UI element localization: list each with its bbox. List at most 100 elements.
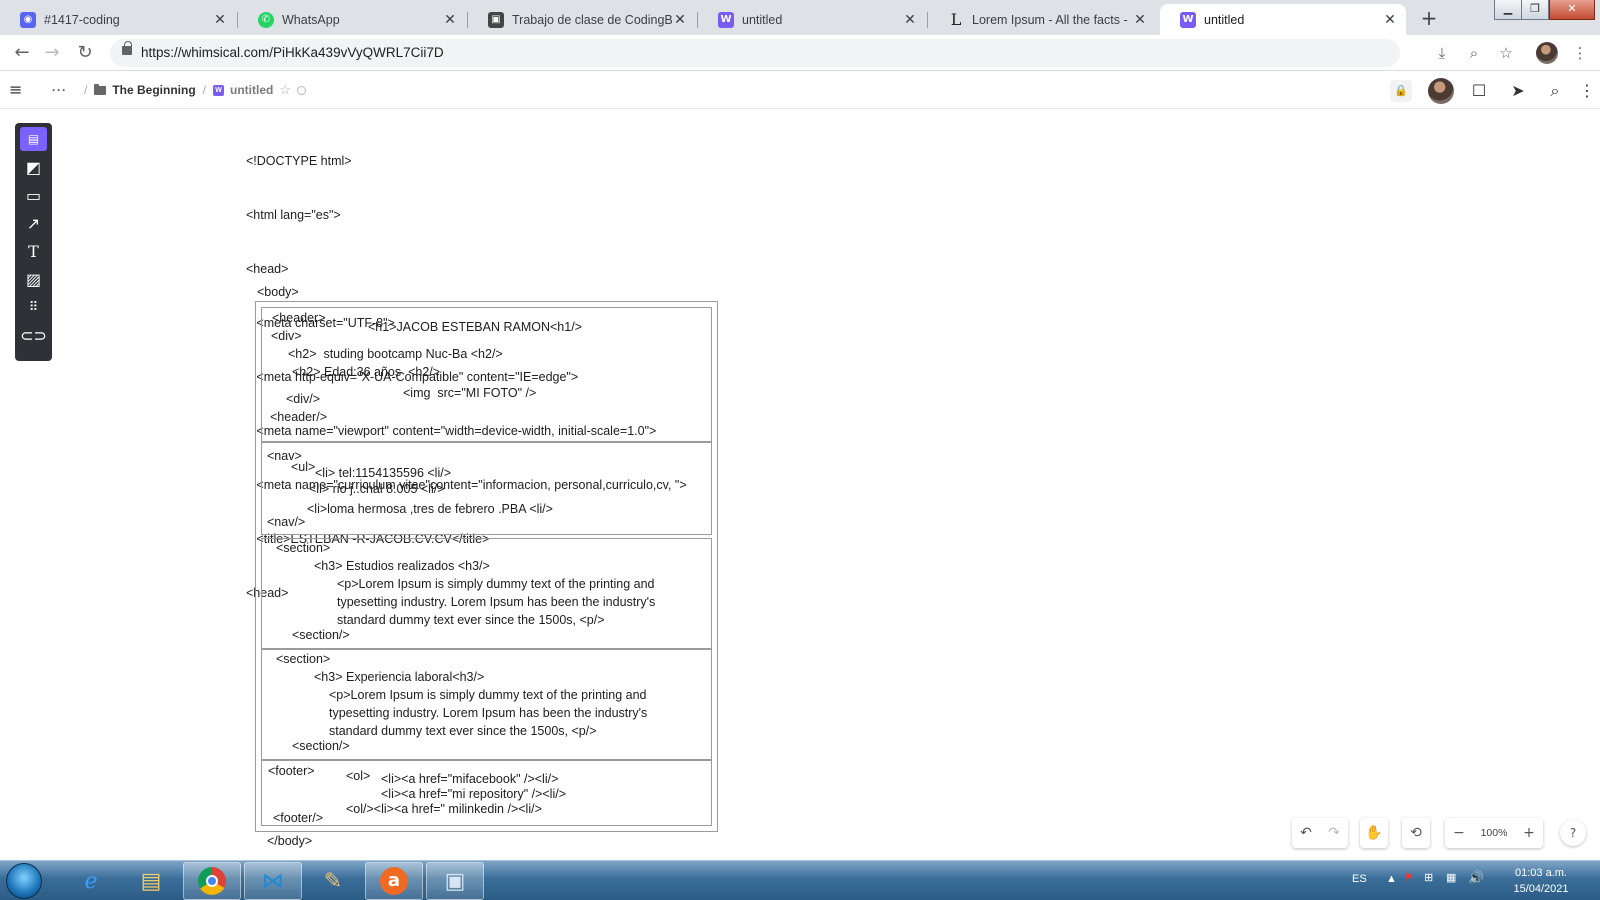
help-button[interactable]: ? [1560,820,1586,846]
close-icon[interactable]: ✕ [672,12,688,28]
search-icon[interactable]: ⌕ [1542,78,1568,104]
avast-icon[interactable]: a [365,862,423,900]
grid-tool-icon[interactable]: ⠿ [20,296,47,320]
url-text: https://whimsical.com/PiHkKa439vVyQWRL7C… [141,45,444,60]
section-studies-box[interactable]: <section> <h3> Estudios realizados <h3/>… [261,538,712,649]
lock-icon[interactable]: 🔒 [1390,80,1412,102]
start-button[interactable] [6,863,42,899]
tab-title: Lorem Ipsum - All the facts - Lip [972,12,1132,27]
text-tool-icon[interactable]: T [20,240,47,264]
favorite-star-icon[interactable]: ☆ [279,82,291,98]
folder-icon [94,83,107,95]
restore-button[interactable]: ❐ [1521,0,1549,20]
link-tool-icon[interactable]: ⊂⊃ [20,324,47,348]
breadcrumb-folder[interactable]: The Beginning [112,83,195,97]
zoom-level[interactable]: 100% [1473,818,1515,848]
sticky-note-tool-icon[interactable]: ▭ [20,184,47,208]
section-close-text: <section/> [292,739,350,753]
tab-1417-coding[interactable]: ◉ #1417-coding ✕ [0,4,236,35]
browser-menu-icon[interactable]: ⋮ [1568,41,1592,65]
tab-classroom[interactable]: ▣ Trabajo de clase de CodingBoot ✕ [468,4,696,35]
body-close-text[interactable]: </body> [267,834,312,848]
header-box[interactable]: <header> <h1>JACOB ESTEBAN RAMON<h1/> <d… [261,307,712,442]
system-clock[interactable]: 01:03 a.m. 15/04/2021 [1505,865,1577,897]
zoom-in-icon[interactable]: + [1515,818,1543,848]
forward-arrow-icon[interactable]: → [40,41,64,65]
breadcrumb-doc-title[interactable]: untitled [230,83,273,97]
more-options-icon[interactable]: ⋮ [1574,78,1600,104]
profile-avatar[interactable] [1536,42,1558,64]
show-hidden-icons-icon[interactable]: ▲ [1386,873,1397,885]
install-app-icon[interactable]: ⤓ [1430,41,1454,65]
share-send-icon[interactable]: ➤ [1505,78,1531,104]
h2-age-text: <h2> Edad:36 años <h2/> [292,365,441,379]
reload-icon[interactable]: ↻ [73,41,97,65]
browser-tab-strip: ◉ #1417-coding ✕ ✆ WhatsApp ✕ ▣ Trabajo … [0,0,1600,35]
header-close-text: <header/> [270,410,327,424]
tab-lorem-ipsum[interactable]: L Lorem Ipsum - All the facts - Lip ✕ [928,4,1156,35]
close-icon[interactable]: ✕ [442,12,458,28]
collapse-sidebar-icon[interactable]: ≡ [9,80,29,100]
user-avatar[interactable] [1428,78,1454,104]
back-arrow-icon[interactable]: ← [10,41,34,65]
section-experience-box[interactable]: <section> <h3> Experiencia laboral<h3/> … [261,649,712,760]
hand-tool-group: ✋ [1360,818,1388,848]
zoom-icon[interactable]: ⌕ [1462,41,1486,65]
close-icon[interactable]: ✕ [902,12,918,28]
footer-open-text: <footer> [268,764,315,778]
photo-viewer-icon[interactable]: ▣ [426,862,484,900]
tab-title: untitled [742,12,783,27]
undo-icon[interactable]: ↶ [1292,818,1320,848]
h3-studies-text: <h3> Estudios realizados <h3/> [314,559,490,573]
whimsical-header: ≡ ··· / The Beginning / W untitled ☆ 🔒 ☐… [0,72,1600,109]
minimize-button[interactable]: ▁ [1494,0,1522,20]
bookmark-star-icon[interactable]: ☆ [1494,41,1518,65]
paint-icon[interactable]: ✎ [304,862,362,900]
tab-untitled-1[interactable]: W untitled ✕ [698,4,926,35]
browser-toolbar: ← → ↻ https://whimsical.com/PiHkKa439vVy… [0,35,1600,71]
div-open-text: <div> [271,329,302,343]
file-explorer-icon[interactable]: ▤ [122,862,180,900]
tab-title: Trabajo de clase de CodingBoot [512,12,672,27]
ul-text: <ul> [291,460,316,474]
connector-arrow-icon[interactable]: ↗ [20,212,47,236]
volume-icon[interactable]: 🔊 [1468,870,1484,886]
hand-pan-icon[interactable]: ✋ [1360,818,1388,848]
frame-tool-icon[interactable]: ▤ [20,127,47,151]
shapes-tool-icon[interactable]: ◩ [20,156,47,180]
window-close-button[interactable]: ✕ [1549,0,1595,20]
ol-text: <ol> [346,769,371,783]
discord-icon: ◉ [20,11,36,28]
section-close-text: <section/> [292,628,350,642]
nav-box[interactable]: <nav> <ul> <li> tel:1154135596 <li/> <li… [261,442,712,535]
new-tab-button[interactable]: + [1416,5,1442,31]
close-icon[interactable]: ✕ [212,12,228,28]
code-line: <head> [246,262,289,276]
close-icon[interactable]: ✕ [1382,12,1398,28]
breadcrumb-separator: / [202,83,207,97]
tab-whatsapp[interactable]: ✆ WhatsApp ✕ [238,4,466,35]
internet-explorer-icon[interactable]: ℯ [62,862,120,900]
zoom-out-icon[interactable]: − [1445,818,1473,848]
history-icon[interactable]: ⟲ [1402,818,1430,848]
comments-icon[interactable]: ☐ [1466,78,1492,104]
footer-close-text: <footer/> [273,811,324,825]
li-facebook-text: <li><a href="mifacebook" /><li/> [381,772,559,786]
redo-icon[interactable]: ↷ [1320,818,1348,848]
more-crumbs-button[interactable]: ··· [52,83,67,97]
footer-box[interactable]: <footer> <ol> <li><a href="mifacebook" /… [261,760,712,826]
li-repository-text: <li><a href="mi repository" /><li/> [381,787,567,801]
language-indicator[interactable]: ES [1352,873,1367,885]
network-icon[interactable]: ▦ [1446,871,1456,884]
vscode-icon[interactable]: ⋈ [244,862,302,900]
li-linkedin-text: <ol/><li><a href=" milinkedin /><li/> [346,802,542,816]
code-line: <!DOCTYPE html> [246,154,352,168]
chrome-icon[interactable] [183,862,241,900]
body-open-text[interactable]: <body> [257,285,299,299]
tab-untitled-active[interactable]: W untitled ✕ [1160,4,1406,35]
action-center-flag-icon[interactable]: ⚑ [1404,871,1414,884]
address-bar[interactable]: https://whimsical.com/PiHkKa439vVyQWRL7C… [110,39,1400,67]
close-icon[interactable]: ✕ [1132,12,1148,28]
image-tool-icon[interactable]: ▨ [20,268,47,292]
windows-icon[interactable]: ⊞ [1424,871,1433,884]
